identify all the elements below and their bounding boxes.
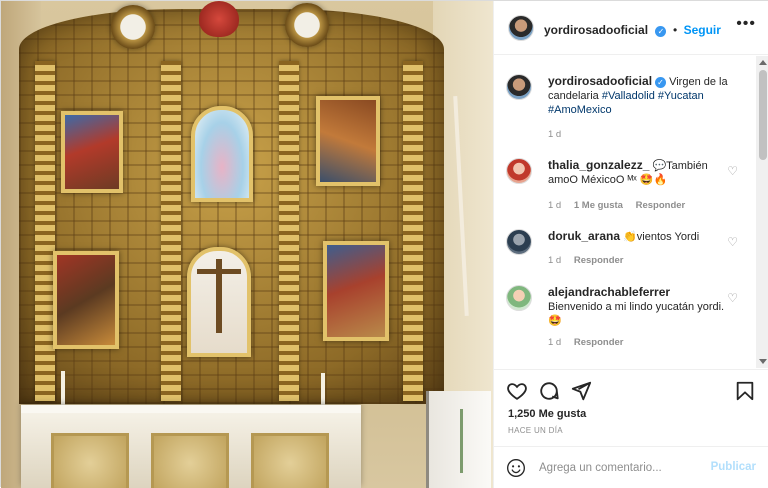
scroll-up-arrow-icon[interactable]: [759, 60, 767, 65]
comment-item: alejandrachableferrer Bienvenido a mi li…: [506, 285, 746, 348]
share-icon[interactable]: [570, 380, 592, 402]
heart-icon[interactable]: [506, 380, 528, 402]
comment-meta: 1 d Responder: [548, 337, 623, 348]
likes-count[interactable]: 1,250 Me gusta: [508, 408, 586, 420]
comment-time[interactable]: 1 d: [548, 200, 561, 211]
caption-item: yordirosadooficial ✓ Virgen de la candela…: [506, 74, 746, 140]
comment-username[interactable]: thalia_gonzalezz_: [548, 158, 649, 172]
comment-time[interactable]: 1 d: [548, 337, 561, 348]
caption-username[interactable]: yordirosadooficial: [548, 74, 652, 88]
sacred-heart: [199, 1, 239, 37]
altarpiece-painting: [323, 241, 389, 341]
author-avatar[interactable]: [506, 74, 532, 100]
commenter-avatar[interactable]: [506, 285, 532, 311]
altar-panel: [51, 433, 129, 488]
altarpiece-painting: [61, 111, 123, 193]
altarpiece-niche-virgin: [191, 106, 253, 202]
comment-time[interactable]: 1 d: [548, 255, 561, 266]
altarpiece-column: [35, 61, 55, 401]
scrollbar-thumb[interactable]: [759, 70, 767, 160]
post-header: yordirosadooficial ✓ • Seguir •••: [494, 1, 768, 55]
hashtag-link[interactable]: #Yucatan: [658, 90, 704, 102]
caption-time[interactable]: 1 d: [548, 129, 561, 140]
caption-text: yordirosadooficial ✓ Virgen de la candela…: [548, 74, 728, 117]
like-comment-heart-icon[interactable]: ♡: [727, 291, 738, 305]
altarpiece-painting: [316, 96, 380, 186]
comment-likes[interactable]: 1 Me gusta: [574, 200, 623, 211]
comment-item: doruk_arana 👏vientos Yordi ♡ 1 d Respond…: [506, 229, 746, 269]
reply-button[interactable]: Responder: [574, 337, 624, 348]
hashtag-link[interactable]: #Valladolid: [602, 90, 655, 102]
hashtag-link[interactable]: #AmoMexico: [548, 104, 612, 116]
comment-item: thalia_gonzalezz_ 💬También amoO MéxicoO …: [506, 158, 746, 218]
altarpiece-painting: [53, 251, 119, 349]
altar-table: [21, 405, 361, 488]
verified-badge-icon: ✓: [655, 26, 667, 37]
crucifix-bar: [197, 269, 241, 274]
altarpiece-column: [403, 61, 423, 401]
comment-text: alejandrachableferrer Bienvenido a mi li…: [548, 285, 728, 328]
comment-icon[interactable]: [538, 380, 560, 402]
post-side-panel: yordirosadooficial ✓ • Seguir ••• yordir…: [493, 1, 768, 488]
follow-button[interactable]: Seguir: [684, 23, 721, 37]
comment-username[interactable]: doruk_arana: [548, 229, 620, 243]
comments-list[interactable]: yordirosadooficial ✓ Virgen de la candela…: [494, 56, 756, 368]
altar-panel: [251, 433, 329, 488]
scroll-down-arrow-icon[interactable]: [759, 359, 767, 364]
more-options-icon[interactable]: •••: [736, 15, 756, 33]
reply-button[interactable]: Responder: [636, 200, 686, 211]
reply-button[interactable]: Responder: [574, 255, 624, 266]
comment-text: doruk_arana 👏vientos Yordi: [548, 229, 728, 244]
lectern-leaf: [460, 409, 463, 473]
post-photo[interactable]: [1, 1, 493, 488]
lectern: [426, 391, 491, 488]
author-avatar[interactable]: [508, 15, 534, 41]
separator-dot: •: [672, 23, 678, 37]
altarpiece-medallion: [285, 3, 329, 47]
comment-text: thalia_gonzalezz_ 💬También amoO MéxicoO …: [548, 158, 728, 187]
post-actions: 1,250 Me gusta HACE UN DÍA: [494, 369, 768, 445]
commenter-avatar[interactable]: [506, 229, 532, 255]
altarpiece-column: [279, 61, 299, 401]
altarpiece-medallion: [111, 5, 155, 49]
author-line: yordirosadooficial ✓ • Seguir: [544, 21, 721, 39]
comment-input[interactable]: [539, 458, 699, 478]
commenter-avatar[interactable]: [506, 158, 532, 184]
bookmark-icon[interactable]: [734, 380, 756, 402]
smiley-icon[interactable]: [506, 458, 526, 478]
author-username[interactable]: yordirosadooficial: [544, 23, 648, 37]
like-comment-heart-icon[interactable]: ♡: [727, 235, 738, 249]
publish-button[interactable]: Publicar: [711, 461, 756, 473]
comment-body: 👏vientos Yordi: [623, 231, 700, 243]
comment-meta: 1 d Responder: [548, 255, 623, 266]
comment-body: Bienvenido a mi lindo yucatán yordi. 🤩: [548, 301, 725, 327]
comment-meta: 1 d 1 Me gusta Responder: [548, 200, 685, 211]
altarpiece-column: [161, 61, 181, 401]
comment-username[interactable]: alejandrachableferrer: [548, 285, 670, 299]
post-timestamp[interactable]: HACE UN DÍA: [508, 426, 563, 435]
altar-panel: [151, 433, 229, 488]
add-comment-bar: Publicar: [494, 446, 768, 488]
like-comment-heart-icon[interactable]: ♡: [727, 164, 738, 178]
comments-scrollbar[interactable]: [756, 56, 768, 368]
post-modal: yordirosadooficial ✓ • Seguir ••• yordir…: [0, 0, 768, 488]
verified-badge-icon: ✓: [655, 77, 667, 88]
